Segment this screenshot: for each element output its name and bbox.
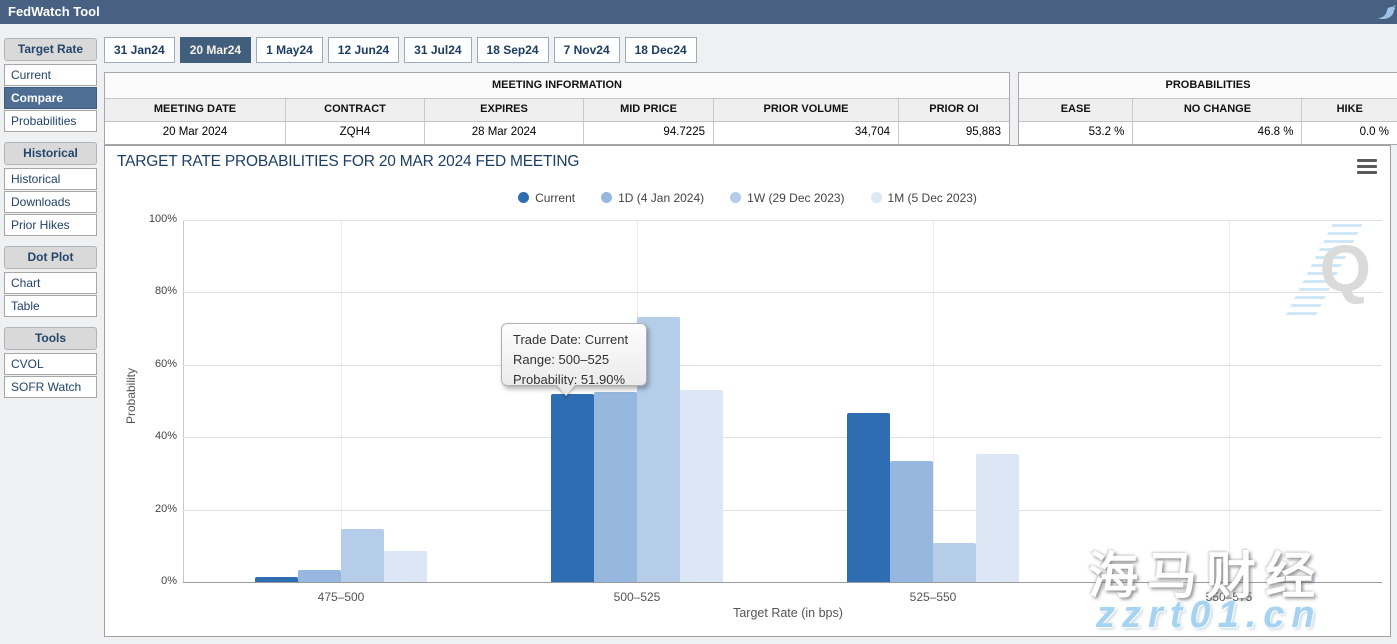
tab-12-jun24[interactable]: 12 Jun24 [328,37,399,63]
x-category-label: 475–500 [271,590,411,604]
col-header-mid-price: MID PRICE [583,99,713,121]
tab-7-nov24[interactable]: 7 Nov24 [554,37,620,63]
bar-1d-525–550[interactable] [890,461,933,582]
bar-current-525–550[interactable] [847,413,890,582]
col-value-meeting-date: 20 Mar 2024 [105,122,285,144]
col-value-no-change: 46.8 % [1132,122,1301,144]
sidebar-item-downloads[interactable]: Downloads [4,191,97,213]
y-axis-line [183,220,184,582]
col-value-mid-price: 94.7225 [583,122,713,144]
bar-current-500–525[interactable] [551,394,594,582]
col-header-contract: CONTRACT [285,99,424,121]
col-header-hike: HIKE [1301,99,1397,121]
bar-1w-525–550[interactable] [933,543,976,582]
horizontal-gridline [183,437,1382,438]
probabilities-table: PROBABILITIES EASENO CHANGEHIKE 53.2 %46… [1018,72,1397,145]
tab-18-dec24[interactable]: 18 Dec24 [625,37,697,63]
horizontal-gridline [183,510,1382,511]
tooltip-probability: Probability: 51.90% [513,370,646,390]
meeting-info-title: MEETING INFORMATION [105,73,1009,99]
col-value-ease: 53.2 % [1019,122,1132,144]
sidebar-item-prior-hikes[interactable]: Prior Hikes [4,214,97,236]
bar-1w-475–500[interactable] [341,529,384,582]
tab-31-jul24[interactable]: 31 Jul24 [404,37,471,63]
col-value-hike: 0.0 % [1301,122,1397,144]
x-category-label: 525–550 [863,590,1003,604]
tab-31-jan24[interactable]: 31 Jan24 [104,37,175,63]
tab-18-sep24[interactable]: 18 Sep24 [477,37,549,63]
meeting-tabs: 31 Jan2420 Mar241 May2412 Jun2431 Jul241… [104,37,702,64]
col-header-prior-oi: PRIOR OI [898,99,1009,121]
fedwatch-page: FedWatch Tool Target RateCurrentCompareP… [0,0,1397,644]
meeting-info-value-row: 20 Mar 2024ZQH428 Mar 202494.722534,7049… [105,122,1009,144]
meeting-info-table: MEETING INFORMATION MEETING DATECONTRACT… [104,72,1010,145]
sidebar-item-current[interactable]: Current [4,64,97,86]
sidebar-item-probabilities[interactable]: Probabilities [4,110,97,132]
col-header-meeting-date: MEETING DATE [105,99,285,121]
col-value-prior-volume: 34,704 [713,122,898,144]
sidebar-section-header-tools: Tools [4,327,97,350]
col-value-contract: ZQH4 [285,122,424,144]
twitter-icon[interactable] [1377,3,1397,21]
col-value-expires: 28 Mar 2024 [424,122,583,144]
y-tick-label: 20% [117,503,177,515]
app-header: FedWatch Tool [0,0,1397,24]
tab-1-may24[interactable]: 1 May24 [256,37,323,63]
sidebar-item-compare[interactable]: Compare [4,87,97,109]
vertical-gridline [341,220,342,582]
tab-20-mar24[interactable]: 20 Mar24 [180,37,251,63]
bar-1d-475–500[interactable] [298,570,341,582]
col-value-prior-oi: 95,883 [898,122,1009,144]
sidebar-item-historical[interactable]: Historical [4,168,97,190]
bar-1m-525–550[interactable] [976,454,1019,582]
bar-1d-500–525[interactable] [594,392,637,582]
y-tick-label: 100% [117,213,177,225]
sidebar-item-cvol[interactable]: CVOL [4,353,97,375]
bar-1m-500–525[interactable] [680,390,723,582]
col-header-expires: EXPIRES [424,99,583,121]
probabilities-title: PROBABILITIES [1019,73,1397,99]
tooltip-trade-date: Trade Date: Current [513,330,646,350]
meeting-info-header-row: MEETING DATECONTRACTEXPIRESMID PRICEPRIO… [105,99,1009,122]
x-category-label: 500–525 [567,590,707,604]
col-header-prior-volume: PRIOR VOLUME [713,99,898,121]
sidebar-item-sofr-watch[interactable]: SOFR Watch [4,376,97,398]
col-header-no-change: NO CHANGE [1132,99,1301,121]
y-tick-label: 80% [117,285,177,297]
horizontal-gridline [183,365,1382,366]
sidebar-item-table[interactable]: Table [4,295,97,317]
sidebar-item-chart[interactable]: Chart [4,272,97,294]
tooltip-range: Range: 500–525 [513,350,646,370]
vertical-gridline [1229,220,1230,582]
horizontal-gridline [183,220,1382,221]
y-tick-label: 0% [117,575,177,587]
probabilities-header-row: EASENO CHANGEHIKE [1019,99,1397,122]
sidebar-section-header-historical: Historical [4,142,97,165]
bar-1m-475–500[interactable] [384,551,427,582]
quikstrike-logo: Q [1283,222,1383,317]
y-tick-label: 40% [117,430,177,442]
sidebar-section-header-dot-plot: Dot Plot [4,246,97,269]
app-title: FedWatch Tool [8,4,100,19]
y-tick-label: 60% [117,358,177,370]
sidebar: Target Rate CurrentCompareProbabilities Hi… [4,38,97,399]
chart-tooltip: Trade Date: Current Range: 500–525 Proba… [501,323,647,386]
horizontal-gridline [183,292,1382,293]
probabilities-value-row: 53.2 %46.8 %0.0 % [1019,122,1397,144]
watermark-url: zzrt01.cn [1096,594,1397,637]
col-header-ease: EASE [1019,99,1132,121]
sidebar-section-header-target-rate: Target Rate [4,38,97,61]
bar-current-475–500[interactable] [255,577,298,582]
vertical-gridline [933,220,934,582]
